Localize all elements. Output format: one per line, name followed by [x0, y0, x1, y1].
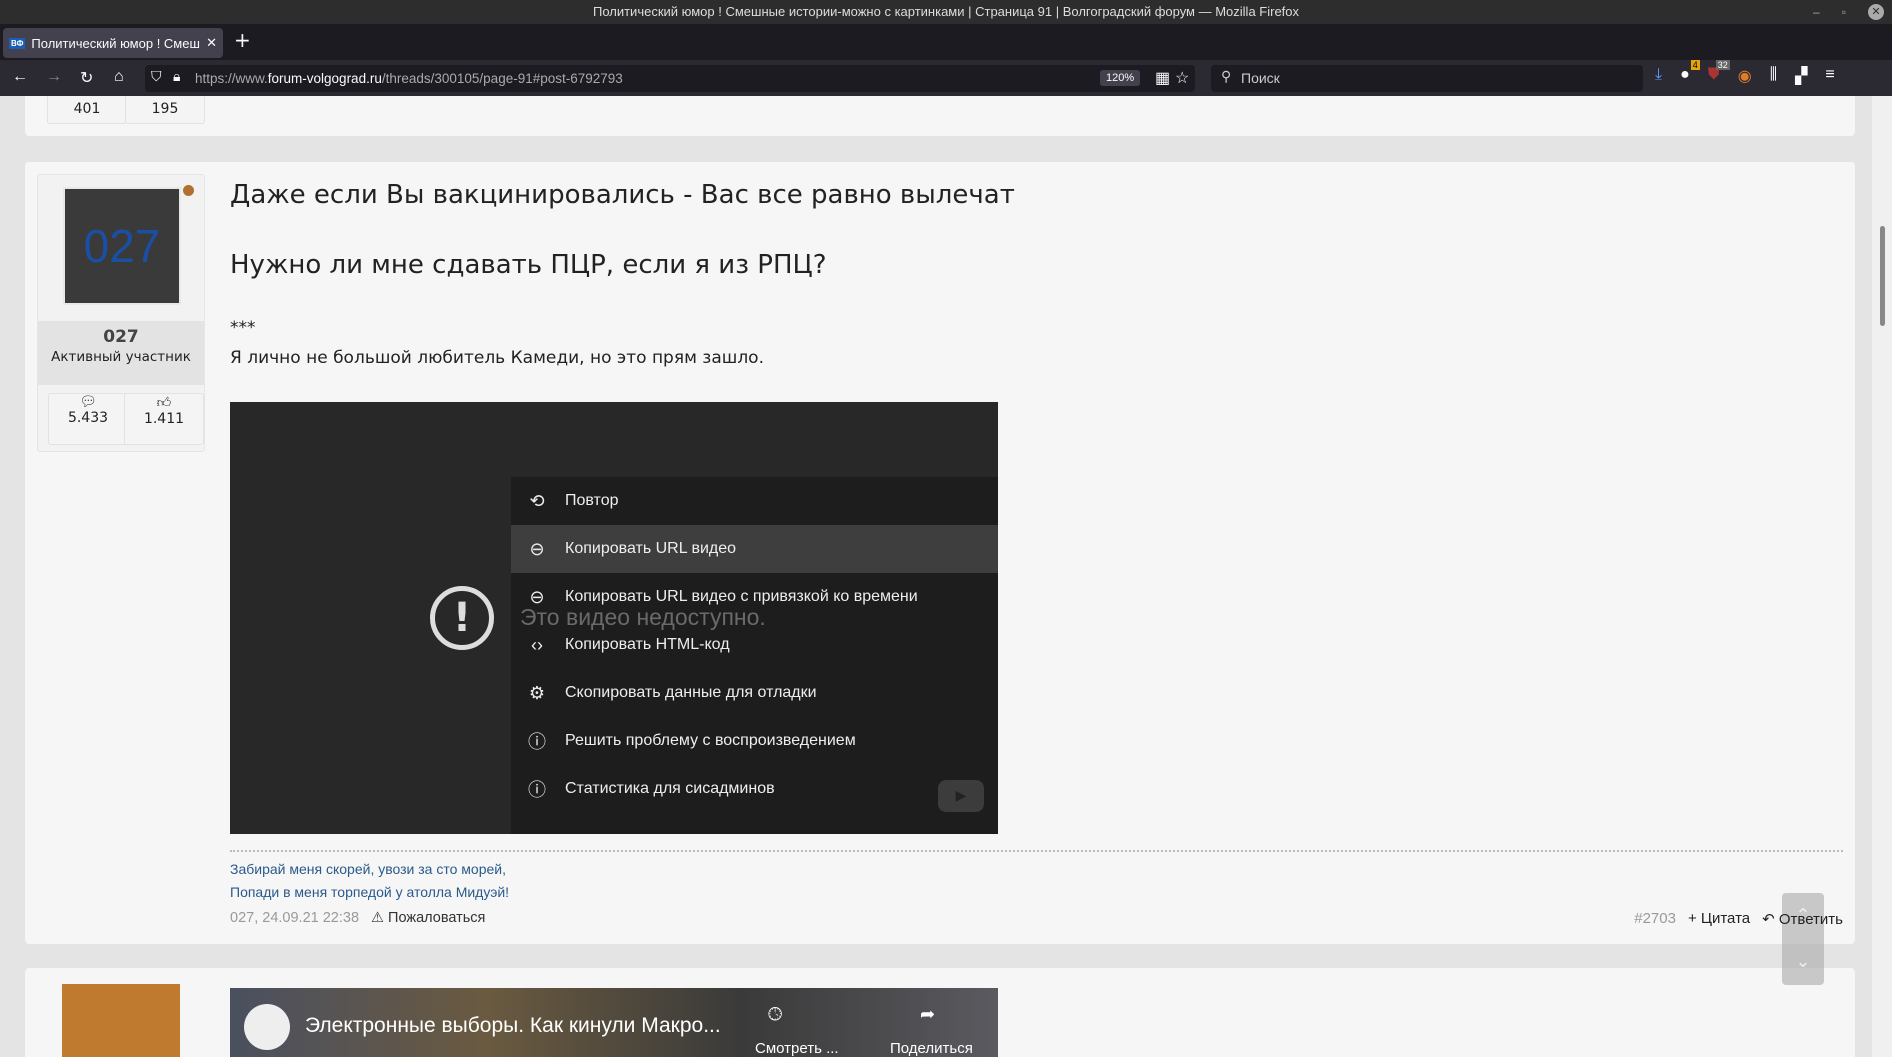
post-heading-2: Нужно ли мне сдавать ПЦР, если я из РПЦ? — [230, 250, 827, 280]
report-link[interactable]: ⚠ Пожаловаться — [371, 910, 485, 926]
minimize-button[interactable]: – — [1813, 0, 1820, 24]
download-icon[interactable]: ⤓ — [1655, 66, 1662, 86]
window-title: Политический юмор ! Смешные истории-можн… — [592, 4, 1300, 19]
home-icon[interactable]: ⌂ — [114, 68, 124, 86]
navigation-bar: ← → ↻ ⌂ ⛉ 🔒︎ https://www.forum-volgograd… — [0, 60, 1892, 96]
post-heading-1: Даже если Вы вакцинировались - Вас все р… — [230, 180, 1015, 210]
menu-item-stats[interactable]: ⓘ Статистика для сисадминов — [511, 765, 998, 813]
video-title[interactable]: Электронные выборы. Как кинули Макро... — [305, 1014, 721, 1038]
tab-label: Политический юмор ! Смешные истории-можн… — [31, 35, 200, 51]
clock-icon[interactable]: 🕓︎ — [768, 1004, 782, 1025]
search-input[interactable]: ⚲ Поиск — [1211, 65, 1643, 92]
signature-divider — [230, 850, 1843, 852]
maximize-button[interactable]: ▫ — [1842, 0, 1846, 24]
code-icon: ‹› — [531, 634, 543, 655]
close-window-button[interactable]: ✕ — [1868, 4, 1884, 20]
post-text: Я лично не большой любитель Камеди, но э… — [230, 348, 764, 368]
likes-count: 195 — [125, 96, 205, 124]
new-tab-button[interactable]: + — [234, 28, 251, 52]
signature-line-1: Забирай меня скорей, увози за сто морей, — [230, 861, 506, 877]
back-button[interactable]: ← — [12, 68, 28, 86]
video-unavailable-message: Это видео недоступно. — [520, 604, 766, 630]
post: 027 027 Активный участник 💬︎ 5.433 👍︎ 1.411… — [25, 162, 1855, 944]
vertical-scrollbar[interactable] — [1872, 96, 1892, 1057]
bookmark-star-icon[interactable]: ☆ — [1175, 68, 1189, 88]
video-embed[interactable]: ! Это видео недоступно. ⟲ Повтор ⊖ Копиров… — [230, 402, 998, 834]
previous-post: 401 195 — [25, 96, 1855, 136]
info-icon: ⓘ — [528, 780, 546, 800]
post-number[interactable]: #2703 — [1634, 910, 1676, 928]
stars-separator: *** — [230, 318, 256, 338]
likes-stat: 👍︎ 1.411 — [124, 393, 204, 445]
channel-logo-icon — [244, 1004, 290, 1050]
extensions-icon[interactable]: ▞ — [1795, 66, 1807, 86]
share-icon[interactable]: ➦ — [920, 1004, 935, 1025]
messages-stat: 💬︎ 5.433 — [48, 393, 128, 445]
bug-icon: ⚙ — [528, 682, 546, 703]
menu-item-copy-url[interactable]: ⊖ Копировать URL видео — [511, 525, 998, 573]
warning-icon: ! — [430, 586, 494, 650]
next-post: Электронные выборы. Как кинули Макро... … — [25, 968, 1855, 1057]
equalizer-icon[interactable]: ⫼ — [1770, 66, 1777, 86]
ublock-icon[interactable]: ⛊ 32 — [1708, 60, 1730, 86]
menu-item-loop[interactable]: ⟲ Повтор — [511, 477, 998, 525]
close-tab-icon[interactable]: ✕ — [206, 35, 217, 51]
search-icon: ⚲ — [1221, 68, 1232, 84]
quote-button[interactable]: + Цитата — [1688, 910, 1750, 928]
extension-icon-2[interactable]: ◉ — [1738, 66, 1752, 86]
url-text[interactable]: https://www.forum-volgograd.ru/threads/3… — [195, 71, 623, 86]
comments-icon: 💬︎ — [79, 394, 97, 410]
online-indicator — [183, 185, 194, 196]
zoom-level[interactable]: 120% — [1100, 70, 1141, 86]
link-icon: ⊖ — [529, 538, 545, 559]
menu-icon[interactable]: ≡ — [1825, 66, 1834, 86]
scroll-buttons: ⌃ ⌄ — [1782, 893, 1824, 985]
user-info: 027 027 Активный участник 💬︎ 5.433 👍︎ 1.411 — [37, 174, 205, 452]
page-content: 401 195 027 027 Активный участник 💬︎ 5.433… — [0, 96, 1872, 1057]
menu-item-debug[interactable]: ⚙ Скопировать данные для отладки — [511, 669, 998, 717]
video-embed-2[interactable]: Электронные выборы. Как кинули Макро... … — [230, 988, 998, 1057]
youtube-logo-icon[interactable]: ▶ — [938, 780, 984, 812]
scrollbar-thumb[interactable] — [1880, 226, 1885, 326]
extensions-grid-icon[interactable]: ▦ — [1155, 68, 1170, 88]
window-title-bar: Политический юмор ! Смешные истории-можн… — [0, 0, 1892, 24]
reply-button[interactable]: ↶ Ответить — [1762, 910, 1843, 928]
reply-icon: ↶ — [1762, 911, 1775, 928]
tab-active[interactable]: ВФ Политический юмор ! Смешные истории-мо… — [3, 28, 223, 58]
avatar-cat[interactable] — [62, 984, 180, 1057]
scroll-down-button[interactable]: ⌄ — [1782, 939, 1824, 985]
reload-button[interactable]: ↻ — [80, 68, 93, 88]
tracking-shield-icon[interactable]: ⛉ — [151, 68, 162, 85]
forward-button[interactable]: → — [46, 68, 62, 86]
menu-item-troubleshoot[interactable]: ⓘ Решить проблему с воспроизведением — [511, 717, 998, 765]
lock-icon[interactable]: 🔒︎ — [173, 68, 180, 85]
thumbs-up-icon: 👍︎ — [156, 395, 172, 411]
share-label: Поделиться — [890, 1040, 973, 1057]
tab-bar: ВФ Политический юмор ! Смешные истории-мо… — [0, 24, 1892, 60]
help-icon: ⓘ — [528, 732, 546, 752]
user-rank: Активный участник — [51, 349, 191, 365]
favicon-icon: ВФ — [9, 37, 26, 49]
username[interactable]: 027 — [38, 327, 204, 347]
messages-count: 401 — [47, 96, 127, 124]
signature-line-2: Попади в меня торпедой у атолла Мидуэй! — [230, 884, 510, 900]
url-bar[interactable]: ⛉ 🔒︎ https://www.forum-volgograd.ru/thre… — [145, 65, 1195, 92]
watch-later-label: Смотреть ... — [755, 1040, 839, 1057]
repeat-icon: ⟲ — [529, 490, 545, 511]
video-context-menu: ⟲ Повтор ⊖ Копировать URL видео ⊖ Копироват… — [511, 477, 998, 834]
extension-icon[interactable]: ● 4 — [1680, 60, 1700, 86]
post-author-date[interactable]: 027, 24.09.21 22:38 — [230, 910, 359, 926]
avatar[interactable]: 027 — [63, 187, 181, 305]
